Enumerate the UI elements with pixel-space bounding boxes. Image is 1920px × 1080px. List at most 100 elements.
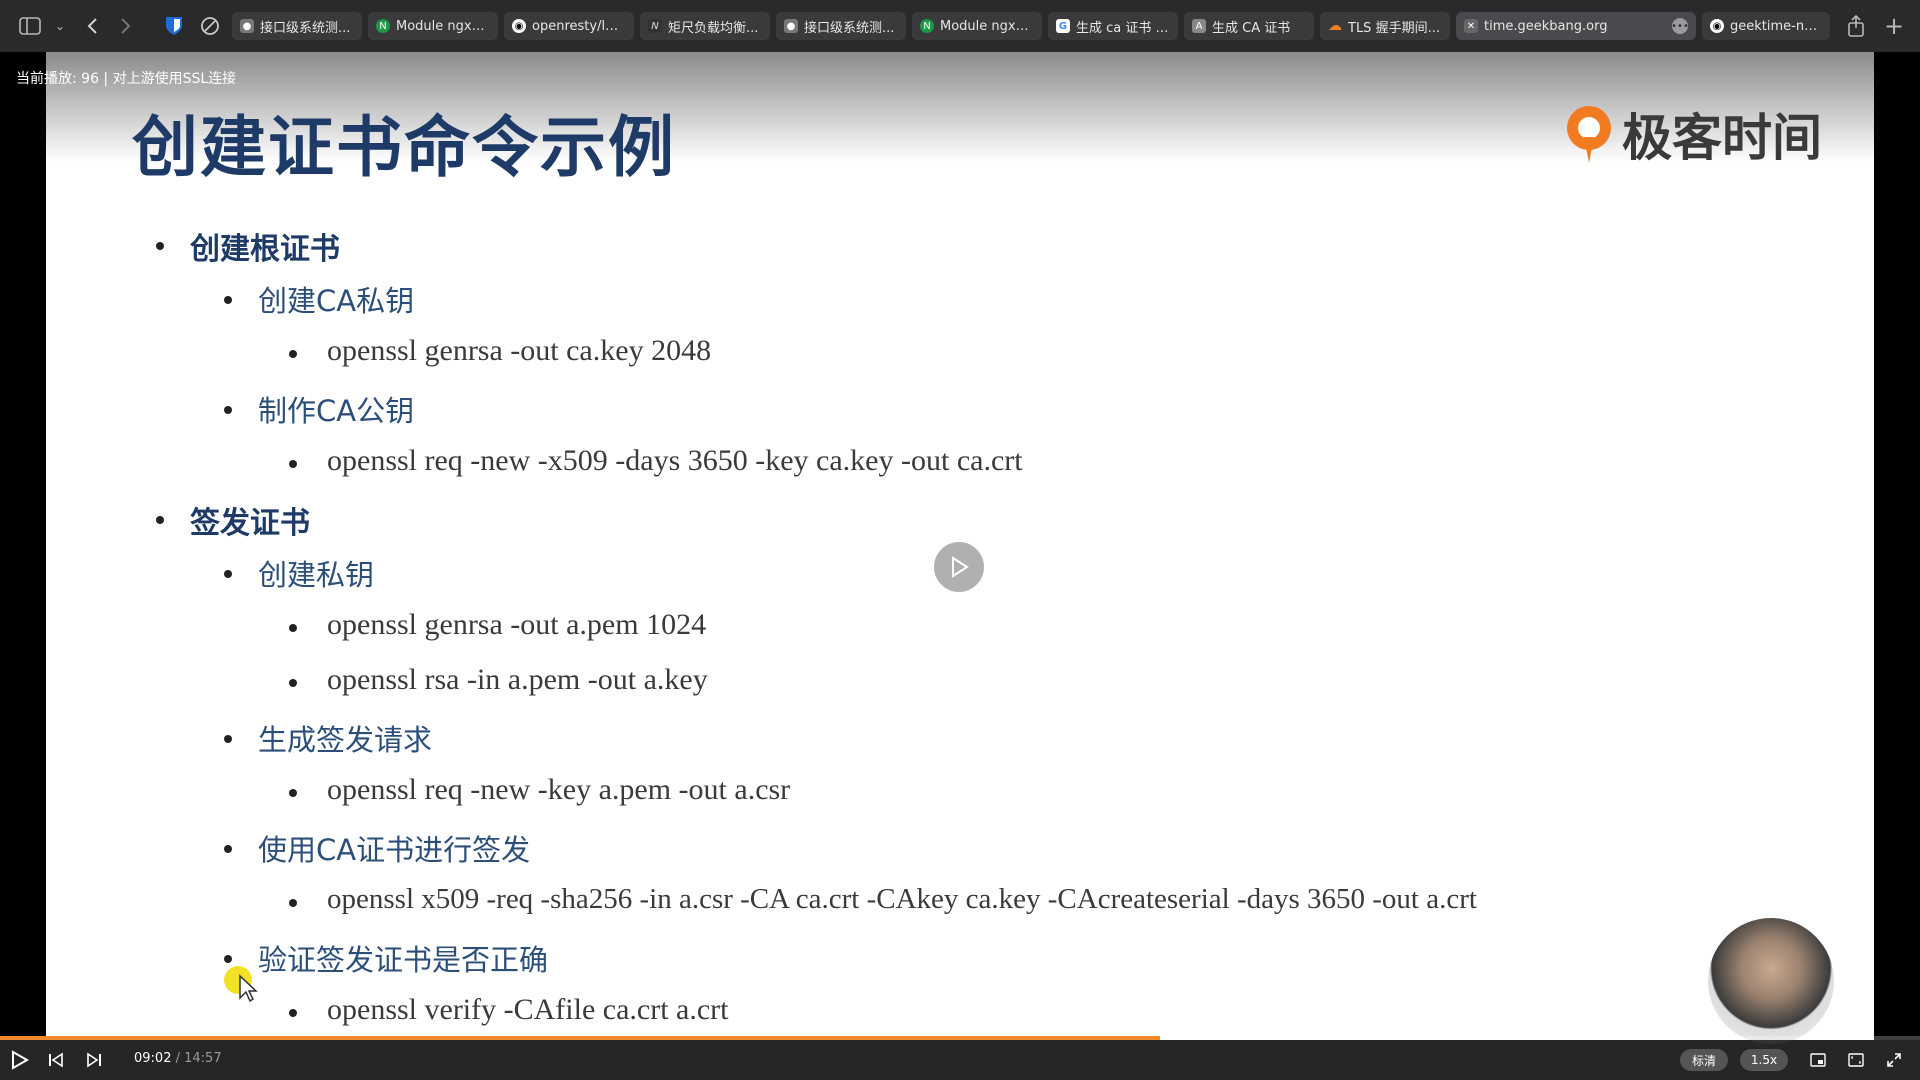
tab-label: 矩尺负载均衡... [668, 20, 759, 36]
bullet-line: openssl x509 -req -sha256 -in a.csr -CA … [289, 883, 1477, 916]
bullet-line: openssl req -new -key a.pem -out a.csr [289, 773, 791, 807]
tab-label: geektime-ngi... [1730, 18, 1822, 34]
tab-7[interactable]: A 生成 CA 证书 [1184, 12, 1314, 40]
block-icon[interactable] [196, 12, 224, 40]
previous-button[interactable] [46, 1050, 66, 1070]
bullet-line: 创建根证书 [156, 224, 340, 268]
bullet-text: 验证签发证书是否正确 [258, 943, 549, 977]
pip-button[interactable] [1808, 1050, 1828, 1070]
tab-3[interactable]: N 矩尺负载均衡... [640, 12, 770, 40]
quality-button[interactable]: 标清 [1680, 1049, 1728, 1071]
skip-forward-icon [87, 1052, 101, 1068]
tab-label: openresty/lua... [532, 18, 626, 34]
tab-label: Module ngx_s... [940, 18, 1034, 34]
bullet-text: openssl req -new -x509 -days 3650 -key c… [327, 444, 1023, 477]
bullet-text: openssl genrsa -out a.pem 1024 [327, 608, 707, 641]
new-tab-icon[interactable]: + [1880, 12, 1908, 40]
tab-label: 生成 ca 证书 -... [1076, 20, 1170, 36]
picture-in-picture-icon [1810, 1053, 1826, 1067]
share-icon[interactable] [1842, 12, 1870, 40]
close-tab-icon[interactable]: ✕ [1464, 19, 1478, 33]
tab-label: Module ngx_h... [396, 18, 490, 34]
tab-5[interactable]: N Module ngx_s... [912, 12, 1042, 40]
tab-label: time.geekbang.org [1484, 18, 1608, 34]
current-time: 09:02 [134, 1051, 172, 1066]
more-icon[interactable]: ••• [1671, 18, 1689, 34]
skip-back-icon [49, 1052, 63, 1068]
geektime-logo-icon [1567, 106, 1611, 163]
tab-9-active[interactable]: ✕ time.geekbang.org ••• [1456, 12, 1696, 40]
play-button[interactable] [8, 1048, 32, 1072]
google-icon: G [1056, 19, 1070, 33]
time-separator: / [171, 1051, 185, 1066]
bullet-line: 使用CA证书进行签发 [224, 827, 531, 869]
presenter-avatar [1708, 918, 1834, 1044]
person-icon: ● [240, 19, 254, 33]
tab-bar: ● 接口级系统测... N Module ngx_h... ◉ openresty/l… [232, 12, 1830, 40]
sidebar-toggle-icon[interactable] [16, 12, 44, 40]
next-button[interactable] [84, 1050, 104, 1070]
bullet-text: openssl genrsa -out ca.key 2048 [327, 334, 712, 367]
bullet-text: openssl req -new -key a.pem -out a.csr [327, 773, 791, 806]
tab-4[interactable]: ● 接口级系统测... [776, 12, 906, 40]
fullscreen-icon [1887, 1053, 1901, 1067]
geektime-logo: 极客时间 [1562, 98, 1822, 170]
mouse-cursor-icon [239, 974, 258, 1002]
bullet-line: openssl genrsa -out a.pem 1024 [289, 608, 707, 642]
chevron-down-icon[interactable]: ⌄ [46, 12, 74, 40]
play-icon [952, 556, 969, 578]
bullet-text: 创建私钥 [258, 558, 375, 592]
github-icon: ◉ [1710, 19, 1724, 33]
nginx-icon: N [920, 19, 934, 33]
tab-label: 生成 CA 证书 [1212, 20, 1291, 36]
now-playing-label: 当前播放: 96 | 对上游使用SSL连接 [16, 71, 237, 87]
bullet-line: 制作CA公钥 [224, 388, 415, 430]
tab-10[interactable]: ◉ geektime-ngi... [1702, 12, 1830, 40]
github-icon: ◉ [512, 19, 526, 33]
player-controls [0, 1040, 1920, 1080]
bullet-line: 创建CA私钥 [224, 278, 415, 320]
bullet-line: 验证签发证书是否正确 [224, 937, 549, 979]
tab-1[interactable]: N Module ngx_h... [368, 12, 498, 40]
duration: 14:57 [184, 1051, 222, 1066]
cloud-icon: ☁ [1328, 18, 1342, 34]
back-icon[interactable] [78, 12, 106, 40]
tab-0[interactable]: ● 接口级系统测... [232, 12, 362, 40]
a-icon: A [1192, 19, 1206, 33]
bullet-text: openssl rsa -in a.pem -out a.key [327, 663, 708, 696]
tab-label: 接口级系统测... [804, 20, 895, 36]
browser-toolbar: ⌄ ● 接口级系统测... N Module ngx_h... ◉ openresty… [0, 0, 1920, 52]
bullet-line: 签发证书 [156, 498, 310, 542]
nginx-icon: N [376, 19, 390, 33]
time-display: 09:02 / 14:57 [134, 1051, 222, 1066]
speed-button[interactable]: 1.5x [1740, 1049, 1788, 1071]
bullet-text: 签发证书 [190, 506, 310, 541]
logo-text: 极客时间 [1622, 109, 1822, 167]
web-fullscreen-button[interactable] [1846, 1050, 1866, 1070]
center-play-button[interactable] [934, 542, 984, 592]
bullet-text: 使用CA证书进行签发 [258, 833, 531, 867]
bullet-line: openssl rsa -in a.pem -out a.key [289, 663, 708, 697]
bullet-line: 生成签发请求 [224, 717, 433, 759]
tab-6[interactable]: G 生成 ca 证书 -... [1048, 12, 1178, 40]
bullet-line: openssl req -new -x509 -days 3650 -key c… [289, 444, 1023, 478]
play-icon [12, 1050, 29, 1070]
bullet-line: 创建私钥 [224, 552, 375, 594]
web-fullscreen-icon [1848, 1053, 1864, 1067]
bullet-text: 生成签发请求 [258, 723, 433, 757]
slide-title: 创建证书命令示例 [132, 109, 676, 186]
bitwarden-icon[interactable] [160, 12, 188, 40]
forward-icon[interactable] [112, 12, 140, 40]
person-icon: ● [784, 19, 798, 33]
fullscreen-button[interactable] [1884, 1050, 1904, 1070]
n-icon: N [648, 19, 662, 33]
bullet-text: 创建CA私钥 [258, 284, 415, 318]
tab-8[interactable]: ☁ TLS 握手期间... [1320, 12, 1450, 40]
bullet-text: openssl x509 -req -sha256 -in a.csr -CA … [327, 883, 1477, 915]
bullet-line: openssl genrsa -out ca.key 2048 [289, 334, 712, 368]
tab-2[interactable]: ◉ openresty/lua... [504, 12, 634, 40]
tab-label: 接口级系统测... [260, 20, 351, 36]
bullet-line: openssl verify -CAfile ca.crt a.crt [289, 993, 729, 1027]
tab-label: TLS 握手期间... [1348, 20, 1440, 36]
bullet-text: 制作CA公钥 [258, 394, 415, 428]
